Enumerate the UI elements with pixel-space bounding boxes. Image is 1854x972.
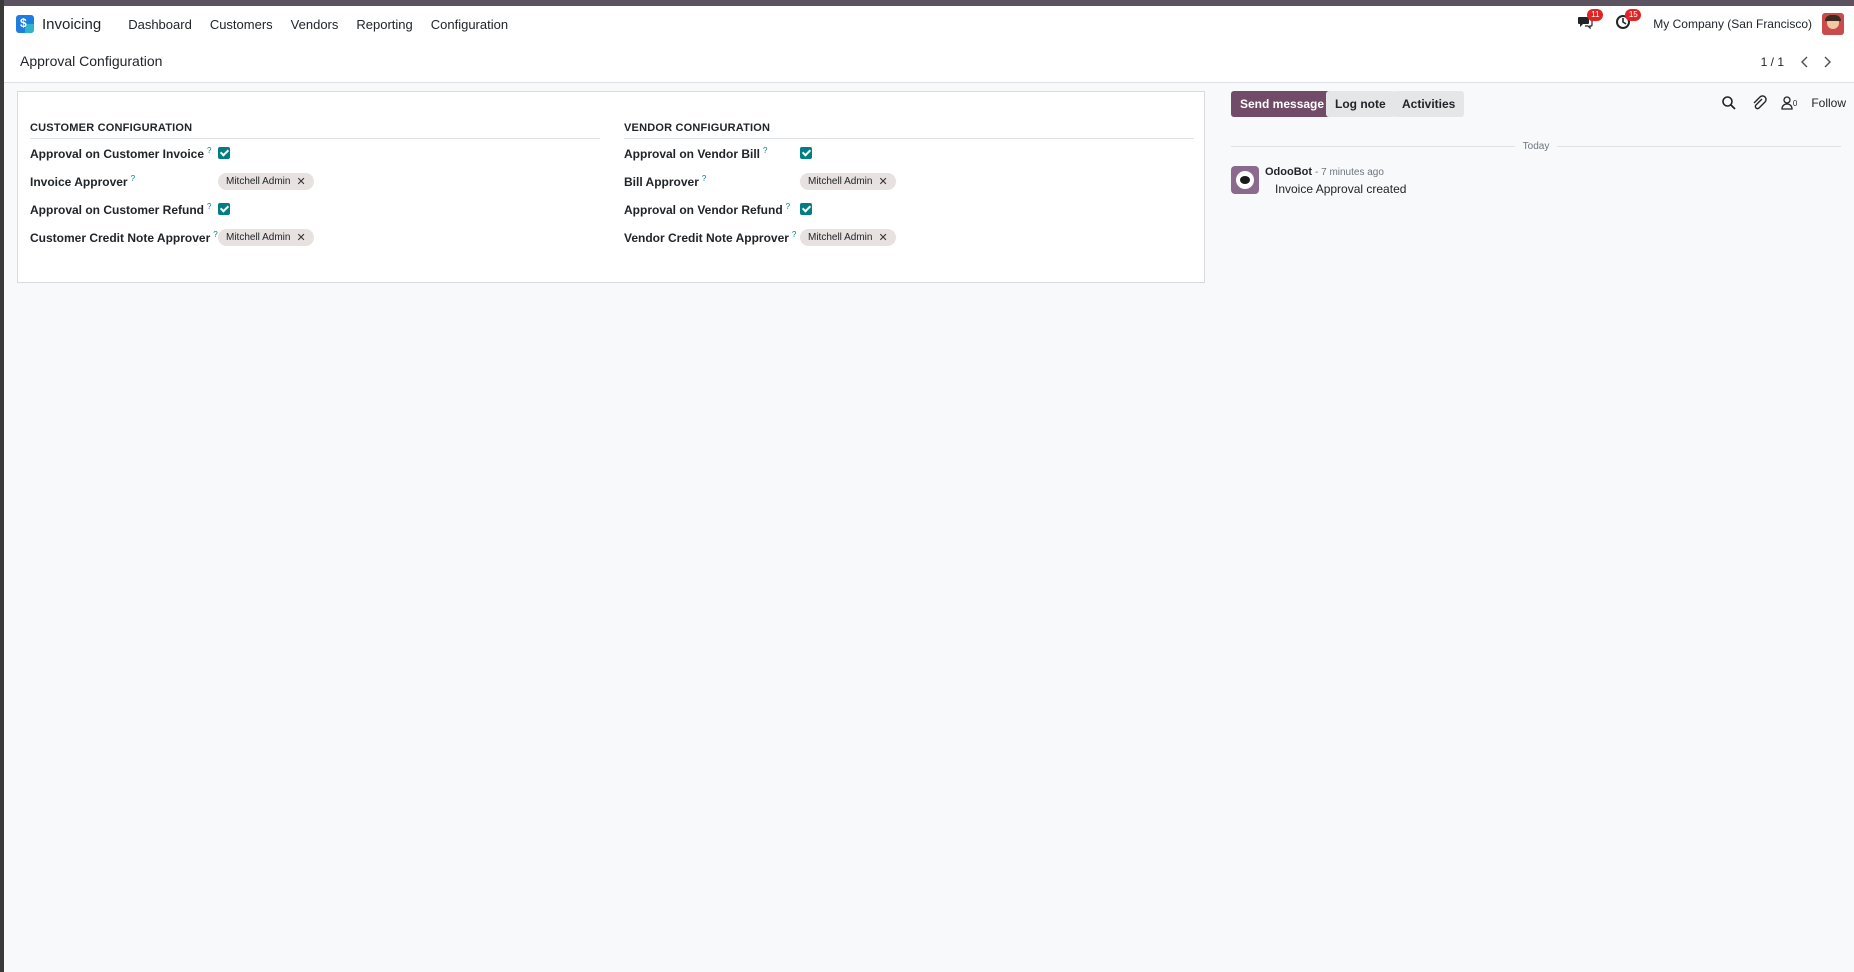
help-tooltip-icon[interactable]: ? xyxy=(207,202,211,211)
field-label: Bill Approver xyxy=(624,174,699,189)
message-time: - 7 minutes ago xyxy=(1315,167,1384,178)
customer-credit-note-approver-tag[interactable]: Mitchell Admin ✕ xyxy=(218,228,314,246)
message-author[interactable]: OdooBot xyxy=(1265,166,1312,178)
field-label: Approval on Customer Invoice xyxy=(30,146,205,161)
vendor-configuration-group: VENDOR CONFIGURATION Approval on Vendor … xyxy=(624,122,1194,251)
user-avatar[interactable] xyxy=(1822,13,1844,35)
help-tooltip-icon[interactable]: ? xyxy=(763,146,767,155)
app-name[interactable]: Invoicing xyxy=(42,16,101,33)
message-body: Invoice Approval created xyxy=(1275,182,1407,196)
help-tooltip-icon[interactable]: ? xyxy=(702,174,706,183)
field-approval-customer-refund: Approval on Customer Refund? xyxy=(30,195,600,223)
vendor-configuration-title: VENDOR CONFIGURATION xyxy=(624,122,1194,139)
customer-configuration-title: CUSTOMER CONFIGURATION xyxy=(30,122,600,139)
bill-approver-tag[interactable]: Mitchell Admin ✕ xyxy=(800,172,896,190)
pager-value[interactable]: 1 / 1 xyxy=(1761,55,1784,69)
pager-next-button[interactable] xyxy=(1816,51,1838,73)
remove-tag-icon[interactable]: ✕ xyxy=(296,231,305,244)
field-approval-vendor-refund: Approval on Vendor Refund? xyxy=(624,195,1194,223)
form-sheet: CUSTOMER CONFIGURATION Approval on Custo… xyxy=(17,91,1205,283)
tag-label: Mitchell Admin xyxy=(808,175,873,187)
remove-tag-icon[interactable]: ✕ xyxy=(878,231,887,244)
field-customer-credit-note-approver: Customer Credit Note Approver? Mitchell … xyxy=(30,223,600,251)
date-separator: Today xyxy=(1231,140,1841,152)
vendor-credit-note-approver-tag[interactable]: Mitchell Admin ✕ xyxy=(800,228,896,246)
help-tooltip-icon[interactable]: ? xyxy=(786,202,790,211)
followers-button[interactable]: 0 xyxy=(1781,96,1797,110)
field-label: Invoice Approver xyxy=(30,174,128,189)
field-label: Vendor Credit Note Approver xyxy=(624,230,789,245)
field-invoice-approver: Invoice Approver? Mitchell Admin ✕ xyxy=(30,167,600,195)
pager: 1 / 1 xyxy=(1761,51,1838,73)
follower-count: 0 xyxy=(1792,98,1798,108)
field-label: Approval on Vendor Refund xyxy=(624,202,783,217)
field-label: Customer Credit Note Approver xyxy=(30,230,211,245)
pager-previous-button[interactable] xyxy=(1794,51,1816,73)
field-approval-customer-invoice: Approval on Customer Invoice? xyxy=(30,139,600,167)
messages-badge: 11 xyxy=(1587,9,1604,21)
company-switcher[interactable]: My Company (San Francisco) xyxy=(1653,17,1812,31)
follow-button[interactable]: Follow xyxy=(1811,96,1846,110)
user-icon xyxy=(1781,96,1793,110)
chatter-message: OdooBot - 7 minutes ago Invoice Approval… xyxy=(1231,166,1841,198)
chatter-actions: 0 Follow xyxy=(1721,95,1846,111)
help-tooltip-icon[interactable]: ? xyxy=(792,230,796,239)
messaging-systray[interactable]: 11 xyxy=(1577,9,1604,34)
activities-systray[interactable]: 15 xyxy=(1615,9,1642,34)
paperclip-icon[interactable] xyxy=(1751,95,1767,111)
log-note-button[interactable]: Log note xyxy=(1326,91,1395,117)
chevron-right-icon xyxy=(1824,56,1831,68)
activities-badge: 15 xyxy=(1625,9,1642,21)
tag-label: Mitchell Admin xyxy=(226,231,291,243)
odoobot-avatar[interactable] xyxy=(1231,166,1259,194)
field-bill-approver: Bill Approver? Mitchell Admin ✕ xyxy=(624,167,1194,195)
chevron-left-icon xyxy=(1801,56,1808,68)
menu-vendors[interactable]: Vendors xyxy=(282,17,348,32)
approval-customer-refund-checkbox[interactable] xyxy=(218,203,230,215)
field-approval-vendor-bill: Approval on Vendor Bill? xyxy=(624,139,1194,167)
tag-label: Mitchell Admin xyxy=(808,231,873,243)
approval-vendor-bill-checkbox[interactable] xyxy=(800,147,812,159)
field-label: Approval on Customer Refund xyxy=(30,202,205,217)
remove-tag-icon[interactable]: ✕ xyxy=(296,175,305,188)
chatter-topbar: Send message Log note Activities 0 Follo… xyxy=(1231,91,1846,117)
invoice-approver-tag[interactable]: Mitchell Admin ✕ xyxy=(218,172,314,190)
search-icon[interactable] xyxy=(1721,95,1737,111)
field-label: Approval on Vendor Bill xyxy=(624,146,761,161)
window-left-strip xyxy=(0,0,4,972)
main-menu: Dashboard Customers Vendors Reporting Co… xyxy=(119,17,517,32)
menu-configuration[interactable]: Configuration xyxy=(422,17,517,32)
menu-customers[interactable]: Customers xyxy=(201,17,282,32)
help-tooltip-icon[interactable]: ? xyxy=(131,174,135,183)
approval-vendor-refund-checkbox[interactable] xyxy=(800,203,812,215)
send-message-button[interactable]: Send message xyxy=(1231,91,1334,117)
control-panel: Approval Configuration 1 / 1 xyxy=(4,42,1854,83)
activities-button[interactable]: Activities xyxy=(1393,91,1465,117)
approval-customer-invoice-checkbox[interactable] xyxy=(218,147,230,159)
page-title: Approval Configuration xyxy=(20,53,163,69)
menu-reporting[interactable]: Reporting xyxy=(347,17,421,32)
menu-dashboard[interactable]: Dashboard xyxy=(119,17,201,32)
customer-configuration-group: CUSTOMER CONFIGURATION Approval on Custo… xyxy=(30,122,600,251)
invoicing-app-icon[interactable]: $ xyxy=(16,15,34,33)
field-vendor-credit-note-approver: Vendor Credit Note Approver? Mitchell Ad… xyxy=(624,223,1194,251)
main-navbar: $ Invoicing Dashboard Customers Vendors … xyxy=(4,6,1854,42)
remove-tag-icon[interactable]: ✕ xyxy=(878,175,887,188)
tag-label: Mitchell Admin xyxy=(226,175,291,187)
systray: 11 15 My Company (San Francisco) xyxy=(1577,9,1854,35)
date-separator-label: Today xyxy=(1522,140,1550,152)
help-tooltip-icon[interactable]: ? xyxy=(207,146,211,155)
